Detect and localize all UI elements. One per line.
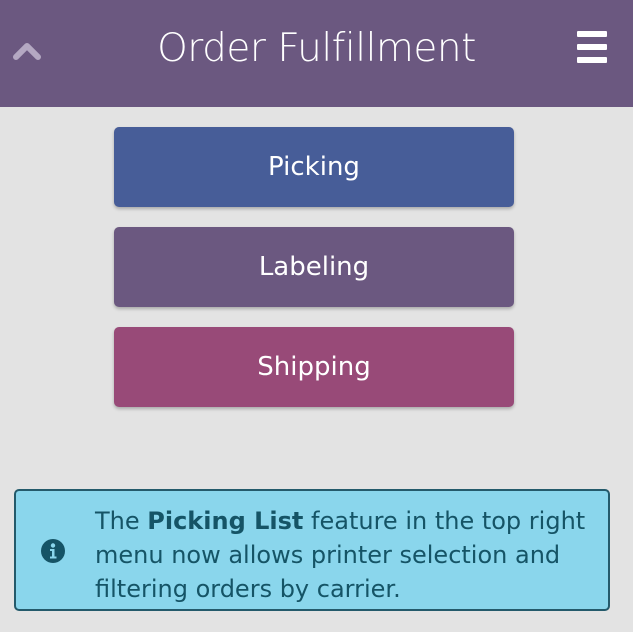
notice-text-before: The [95, 507, 148, 535]
notice-text: The Picking List feature in the top righ… [95, 504, 595, 606]
notice-highlight: Picking List [147, 507, 304, 535]
info-circle-icon [41, 539, 65, 563]
app-header: Order Fulfillment [0, 0, 633, 107]
shipping-button[interactable]: Shipping [114, 327, 514, 407]
labeling-button[interactable]: Labeling [114, 227, 514, 307]
picking-button[interactable]: Picking [114, 127, 514, 207]
info-notice: The Picking List feature in the top righ… [14, 489, 610, 611]
menu-button[interactable] [574, 31, 610, 65]
page-title: Order Fulfillment [157, 26, 476, 71]
